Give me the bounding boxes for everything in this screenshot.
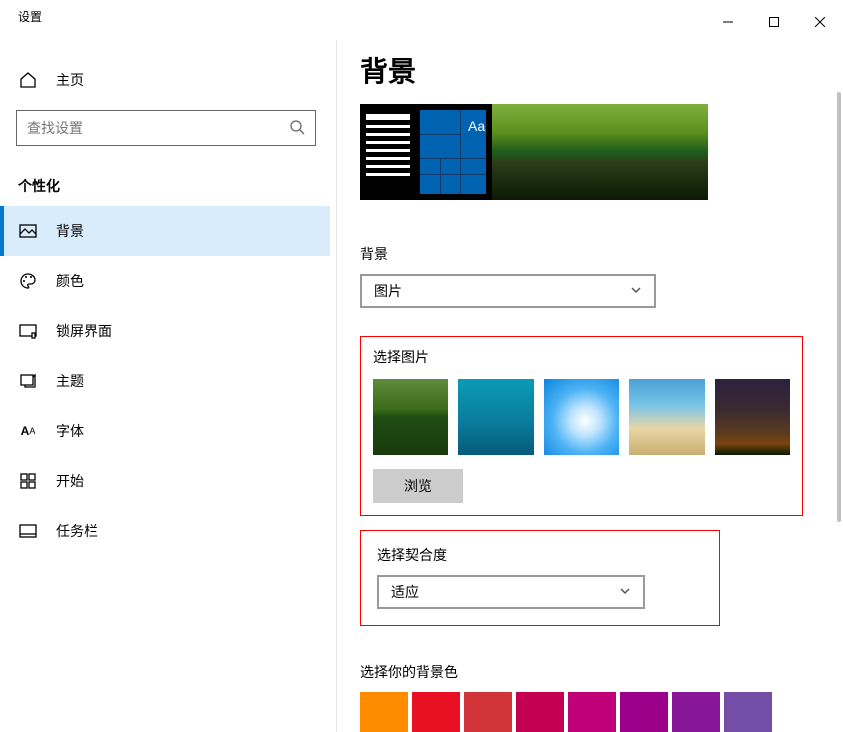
sidebar-item-themes[interactable]: 主题 — [0, 356, 330, 406]
fit-section: 选择契合度 适应 — [360, 530, 720, 626]
thumbnail[interactable] — [373, 379, 448, 455]
thumbnail[interactable] — [715, 379, 790, 455]
color-swatch[interactable] — [672, 692, 720, 732]
color-grid — [360, 692, 843, 732]
thumbnail-row — [373, 379, 790, 455]
search-input[interactable] — [27, 120, 281, 136]
font-icon: AA — [18, 421, 38, 441]
thumbnail[interactable] — [544, 379, 619, 455]
sidebar-item-background[interactable]: 背景 — [0, 206, 330, 256]
fit-select[interactable]: 适应 — [377, 575, 645, 609]
sidebar-item-label: 颜色 — [56, 271, 84, 291]
sidebar-item-label: 开始 — [56, 471, 84, 491]
content: 背景 Aa 背景 图片 选择图片 — [330, 32, 843, 732]
picture-icon — [18, 221, 38, 241]
color-swatch[interactable] — [620, 692, 668, 732]
palette-icon — [18, 271, 38, 291]
chevron-down-icon — [619, 584, 631, 600]
lockscreen-icon — [18, 321, 38, 341]
background-type-select[interactable]: 图片 — [360, 274, 656, 308]
search-input-wrap[interactable] — [16, 110, 316, 146]
sidebar-item-label: 锁屏界面 — [56, 321, 112, 341]
fit-label: 选择契合度 — [377, 545, 703, 565]
color-swatch[interactable] — [724, 692, 772, 732]
home-label: 主页 — [56, 70, 84, 90]
color-label: 选择你的背景色 — [360, 662, 843, 682]
choose-picture-section: 选择图片 浏览 — [360, 336, 803, 516]
window-title: 设置 — [18, 8, 42, 25]
section-title: 个性化 — [0, 158, 330, 206]
home-link[interactable]: 主页 — [0, 58, 330, 102]
thumbnail[interactable] — [629, 379, 704, 455]
preview-sample-text: Aa — [468, 118, 485, 134]
color-swatch[interactable] — [516, 692, 564, 732]
sidebar-item-label: 字体 — [56, 421, 84, 441]
chevron-down-icon — [630, 283, 642, 299]
wallpaper-preview: Aa — [360, 104, 708, 200]
color-swatch[interactable] — [568, 692, 616, 732]
search-icon — [289, 119, 305, 138]
color-swatch[interactable] — [360, 692, 408, 732]
color-swatch[interactable] — [412, 692, 460, 732]
color-swatch[interactable] — [464, 692, 512, 732]
background-label: 背景 — [360, 244, 843, 264]
theme-icon — [18, 371, 38, 391]
choose-picture-label: 选择图片 — [373, 347, 790, 367]
home-icon — [18, 70, 38, 90]
sidebar-item-label: 背景 — [56, 221, 84, 241]
sidebar-item-taskbar[interactable]: 任务栏 — [0, 506, 330, 556]
sidebar-item-start[interactable]: 开始 — [0, 456, 330, 506]
sidebar-item-fonts[interactable]: AA 字体 — [0, 406, 330, 456]
browse-button[interactable]: 浏览 — [373, 469, 463, 503]
background-type-value: 图片 — [374, 281, 402, 301]
page-title: 背景 — [360, 50, 843, 90]
sidebar-item-label: 主题 — [56, 371, 84, 391]
fit-value: 适应 — [391, 582, 419, 602]
sidebar: 主页 个性化 背景 — [0, 32, 330, 732]
sidebar-item-label: 任务栏 — [56, 521, 98, 541]
taskbar-icon — [18, 521, 38, 541]
start-icon — [18, 471, 38, 491]
sidebar-item-colors[interactable]: 颜色 — [0, 256, 330, 306]
sidebar-item-lockscreen[interactable]: 锁屏界面 — [0, 306, 330, 356]
scrollbar[interactable] — [837, 92, 841, 522]
thumbnail[interactable] — [458, 379, 533, 455]
titlebar: 设置 — [0, 0, 843, 32]
